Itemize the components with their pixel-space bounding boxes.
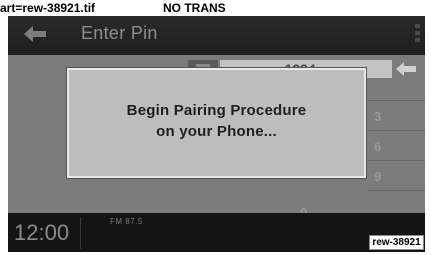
key-9[interactable]: 9 <box>374 169 381 184</box>
caption-trans: NO TRANS <box>163 1 226 15</box>
key-3[interactable]: 3 <box>374 109 381 124</box>
backspace-icon[interactable] <box>396 61 418 77</box>
key-6[interactable]: 6 <box>374 139 381 154</box>
header-bar: Enter Pin <box>8 16 425 54</box>
radio-screen: Enter Pin 1234... 3 6 9 0 Begin Pairing … <box>8 16 425 252</box>
keypad-divider <box>368 100 425 101</box>
radio-station: FM 87.5 <box>110 217 143 226</box>
caption-filename: art=rew-38921.tif <box>0 1 96 15</box>
keypad-divider <box>368 130 425 131</box>
dialog-message-line1: Begin Pairing Procedure <box>126 102 307 119</box>
dialog-message-line2: on your Phone... <box>156 123 277 140</box>
status-bar: 12:00 FM 87.5 rew-38921 <box>8 213 425 252</box>
figure-caption: art=rew-38921.tif NO TRANS <box>0 0 431 16</box>
clock: 12:00 <box>14 220 70 245</box>
status-divider <box>80 217 81 249</box>
keypad-divider <box>368 160 425 161</box>
pairing-dialog: Begin Pairing Procedure on your Phone... <box>67 68 366 178</box>
reference-tag: rew-38921 <box>369 235 424 250</box>
page-title: Enter Pin <box>81 23 158 43</box>
scroll-indicator-icon <box>415 24 420 42</box>
back-arrow-icon[interactable] <box>24 26 46 42</box>
keypad-divider <box>368 190 425 191</box>
